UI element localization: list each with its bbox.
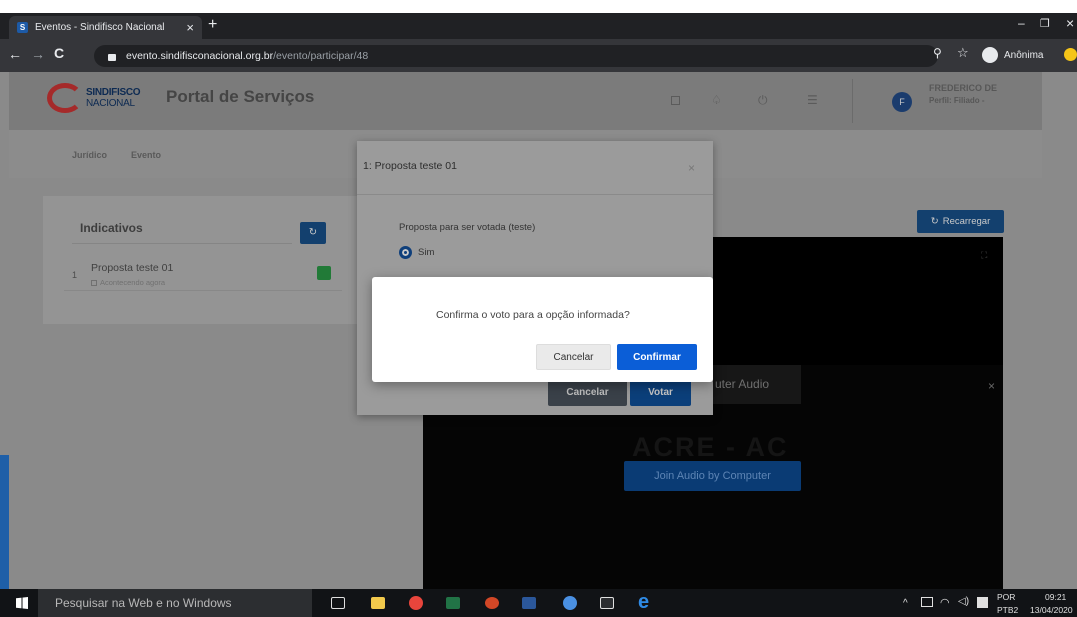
indicativo-title[interactable]: Proposta teste 01: [91, 262, 173, 274]
window-restore-button[interactable]: ❐: [1040, 17, 1050, 30]
file-explorer-icon[interactable]: [371, 597, 385, 609]
back-arrow-icon[interactable]: ←: [8, 46, 22, 62]
nav-item-evento[interactable]: Evento: [131, 150, 161, 160]
tray-wifi-icon[interactable]: ◠: [940, 596, 950, 609]
fullscreen-icon[interactable]: [671, 96, 680, 105]
zoom-icon[interactable]: ⚲: [933, 46, 942, 60]
indicativo-status: Acontecendo agora: [91, 278, 165, 287]
clock-icon: [91, 279, 97, 286]
user-profile[interactable]: Perfil: Filiado -: [929, 96, 985, 105]
indicativos-refresh-button[interactable]: ↻: [300, 222, 326, 244]
confirm-cancel-button[interactable]: Cancelar: [536, 344, 611, 370]
radio-sim-label[interactable]: Sim: [418, 247, 434, 258]
windows-start-icon[interactable]: [16, 597, 28, 609]
nav-item-juridico[interactable]: Jurídico: [72, 150, 107, 160]
sindifisco-logo-icon[interactable]: [47, 83, 83, 113]
incognito-label: Anônima: [1004, 49, 1044, 61]
tray-notification-icon[interactable]: [977, 597, 988, 608]
taskbar-search[interactable]: Pesquisar na Web e no Windows: [38, 589, 312, 617]
chrome-2-icon[interactable]: [563, 596, 577, 610]
proposta-question: Proposta para ser votada (teste): [399, 222, 536, 233]
indicativo-status-text: Acontecendo agora: [100, 278, 166, 287]
tray-network-icon[interactable]: [921, 597, 933, 607]
word-icon[interactable]: [522, 597, 536, 609]
proposta-modal-title: 1: Proposta teste 01: [363, 160, 457, 172]
lock-icon: [108, 53, 116, 61]
header-divider: [852, 79, 853, 123]
site-header: [9, 72, 1042, 130]
indicativos-panel: [43, 196, 381, 324]
logo-line2: NACIONAL: [86, 98, 135, 109]
window-close-button[interactable]: ×: [1066, 15, 1074, 31]
tab-close-icon[interactable]: ×: [186, 20, 194, 35]
browser-tab[interactable]: S Eventos - Sindifisco Nacional ×: [9, 16, 202, 39]
zoom-watermark: ACRE - AC: [632, 432, 789, 462]
screen: S Eventos - Sindifisco Nacional × + – ❐ …: [0, 0, 1077, 617]
join-audio-button[interactable]: Join Audio by Computer: [624, 461, 801, 491]
photos-icon[interactable]: [600, 597, 614, 609]
indicativos-underline: [72, 243, 292, 244]
new-tab-button[interactable]: +: [208, 16, 217, 34]
address-bar[interactable]: evento.sindifisconacional.org.br /evento…: [94, 45, 938, 67]
confirm-button[interactable]: Confirmar: [617, 344, 697, 370]
user-avatar[interactable]: F: [892, 92, 912, 112]
power-icon[interactable]: ⏻: [758, 93, 768, 108]
chrome-icon[interactable]: [409, 596, 423, 610]
zoom-close-icon[interactable]: ×: [988, 379, 995, 393]
confirm-message: Confirma o voto para a opção informada?: [436, 309, 630, 321]
bookmark-star-icon[interactable]: ☆: [957, 45, 969, 61]
radio-sim[interactable]: [399, 246, 412, 259]
proposta-cancel-button[interactable]: Cancelar: [548, 378, 627, 406]
bell-icon[interactable]: ♤: [711, 93, 722, 107]
indicativos-title: Indicativos: [80, 221, 143, 235]
blue-decoration: [0, 455, 9, 589]
window-minimize-button[interactable]: –: [1018, 16, 1025, 30]
url-path: /evento/participar/48: [273, 50, 369, 62]
logo-line1: SINDIFISCO: [86, 87, 141, 98]
video-expand-icon[interactable]: ⛶: [981, 250, 987, 261]
reload-icon[interactable]: C: [54, 45, 64, 61]
lang-bottom[interactable]: PTB2: [997, 605, 1018, 615]
task-view-icon[interactable]: [331, 597, 345, 609]
incognito-icon: [982, 47, 998, 63]
powerpoint-icon[interactable]: [485, 597, 499, 609]
clock-time[interactable]: 09:21: [1045, 592, 1066, 602]
refresh-icon: ↻: [930, 216, 939, 227]
indicativo-num: 1: [72, 270, 78, 280]
user-name: FREDERICO DE: [929, 83, 998, 93]
taskbar-search-placeholder: Pesquisar na Web e no Windows: [55, 596, 232, 610]
site-favicon-icon: S: [17, 22, 28, 33]
recarregar-button[interactable]: ↻ Recarregar: [917, 210, 1004, 233]
recarregar-label: Recarregar: [942, 216, 991, 227]
url-host: evento.sindifisconacional.org.br: [126, 50, 274, 62]
proposta-modal-close-icon[interactable]: ×: [688, 161, 695, 175]
tray-volume-icon[interactable]: ◁): [958, 596, 969, 607]
portal-title: Portal de Serviços: [166, 87, 315, 106]
forward-arrow-icon[interactable]: →: [31, 46, 45, 62]
extension-icon[interactable]: [1064, 48, 1077, 61]
excel-icon[interactable]: [446, 597, 460, 609]
indicativo-check-icon[interactable]: [317, 266, 331, 280]
lang-top[interactable]: POR: [997, 592, 1015, 602]
list-icon[interactable]: ☰: [807, 93, 818, 107]
edge-icon[interactable]: e: [638, 591, 649, 614]
tab-title: Eventos - Sindifisco Nacional: [35, 22, 165, 33]
indicativo-divider: [64, 290, 342, 291]
incognito-badge[interactable]: Anônima: [982, 45, 1043, 65]
clock-date[interactable]: 13/04/2020: [1030, 605, 1073, 615]
tray-chevron-icon[interactable]: ^: [903, 598, 908, 609]
votar-button[interactable]: Votar: [630, 378, 691, 406]
computer-audio-label: uter Audio: [715, 377, 770, 391]
proposta-modal-divider: [357, 194, 713, 195]
